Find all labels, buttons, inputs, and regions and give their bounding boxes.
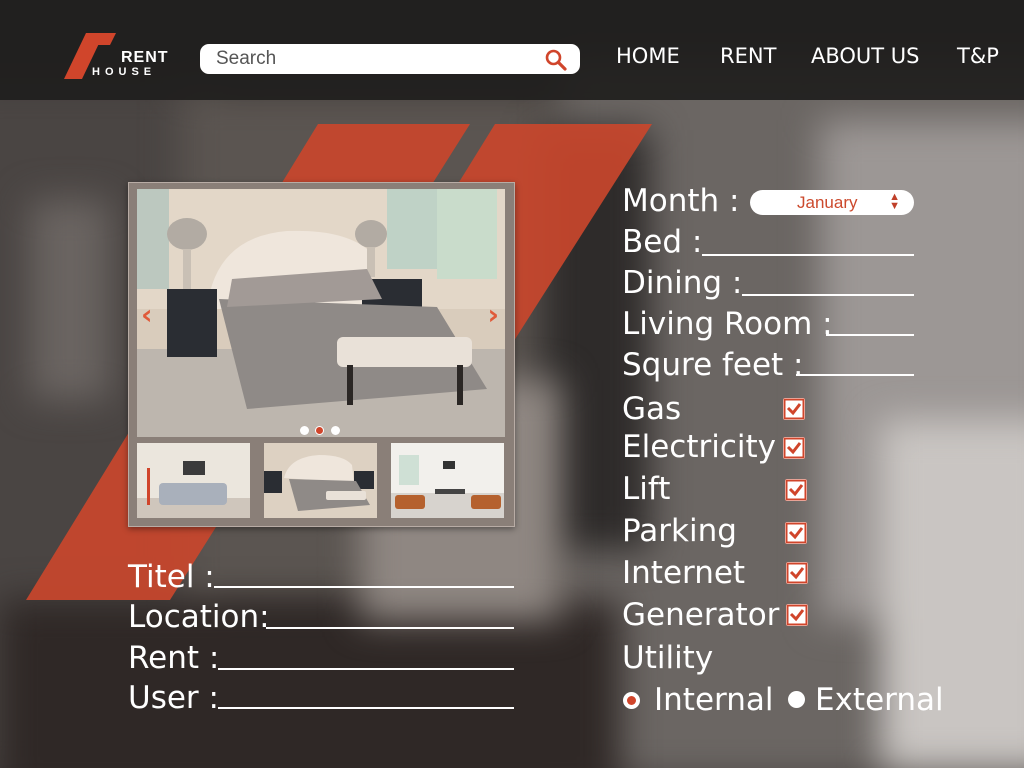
carousel-dot-3[interactable]	[330, 426, 340, 436]
amenity-label-lift: Lift	[622, 471, 671, 507]
bed-field[interactable]	[702, 227, 918, 256]
header-bar: RENT HOUSE HOME RENT ABOUT US T&P	[0, 0, 1024, 100]
search-icon[interactable]	[544, 48, 568, 72]
check-icon	[783, 437, 805, 459]
chevron-left-icon[interactable]: ‹	[141, 301, 153, 329]
location-input[interactable]	[266, 600, 518, 625]
logo-text-rent: RENT	[121, 49, 169, 66]
amenity-label-internet: Internet	[622, 555, 746, 591]
carousel-dots	[300, 422, 342, 437]
nav-about-us[interactable]: ABOUT US	[811, 44, 920, 68]
utility-option-internal-label: Internal	[654, 682, 774, 718]
month-select[interactable]: January ▲ ▼	[750, 190, 914, 215]
bed-input[interactable]	[702, 227, 918, 252]
search-bar	[200, 44, 580, 74]
dining-field[interactable]	[742, 267, 918, 296]
utility-option-external-label: External	[815, 682, 944, 718]
logo-text-house: HOUSE	[92, 66, 157, 78]
search-input[interactable]	[216, 46, 536, 72]
square-feet-label: Squre feet :	[622, 347, 804, 383]
square-feet-input[interactable]	[796, 347, 918, 372]
location-label: Location:	[128, 599, 270, 635]
living-room-input[interactable]	[826, 307, 918, 332]
check-icon	[786, 604, 808, 626]
amenity-label-electricity: Electricity	[622, 429, 776, 465]
amenity-label-parking: Parking	[622, 513, 737, 549]
bed-label: Bed :	[622, 224, 703, 260]
title-field[interactable]	[214, 559, 518, 588]
carousel-dot-1[interactable]	[300, 426, 309, 436]
rent-input[interactable]	[218, 641, 518, 666]
utility-label: Utility	[622, 640, 714, 676]
utility-radio-external[interactable]	[788, 691, 805, 708]
user-field[interactable]	[218, 680, 518, 709]
amenity-checkbox-electricity[interactable]	[783, 437, 805, 459]
user-label: User :	[128, 680, 219, 716]
check-icon	[786, 562, 808, 584]
living-room-label: Living Room :	[622, 306, 833, 342]
dining-input[interactable]	[742, 267, 918, 292]
living-room-field[interactable]	[826, 307, 918, 336]
carousel-dot-2[interactable]	[315, 426, 325, 436]
nav-home[interactable]: HOME	[616, 44, 680, 68]
main-bedroom-photo[interactable]: ‹ ›	[137, 189, 505, 437]
rent-field[interactable]	[218, 641, 518, 670]
month-select-value: January	[797, 193, 858, 212]
thumbnail-bedroom[interactable]	[264, 443, 377, 518]
check-icon	[785, 479, 807, 501]
amenity-checkbox-gas[interactable]	[783, 398, 805, 420]
amenity-checkbox-parking[interactable]	[785, 522, 807, 544]
rent-house-logo[interactable]: RENT HOUSE	[64, 33, 184, 83]
rent-label: Rent :	[128, 640, 220, 676]
radio-selected-dot	[627, 696, 636, 705]
amenity-checkbox-generator[interactable]	[786, 604, 808, 626]
utility-radio-internal[interactable]	[623, 692, 640, 709]
check-icon	[785, 522, 807, 544]
amenity-checkbox-internet[interactable]	[786, 562, 808, 584]
amenity-label-gas: Gas	[622, 391, 682, 427]
amenity-label-generator: Generator	[622, 597, 780, 633]
check-icon	[783, 398, 805, 420]
location-field[interactable]	[266, 600, 518, 629]
nav-rent[interactable]: RENT	[720, 44, 776, 68]
amenity-checkbox-lift[interactable]	[785, 479, 807, 501]
month-label: Month :	[622, 183, 740, 219]
thumbnail-dining-room[interactable]	[391, 443, 504, 518]
select-arrows-icon: ▲ ▼	[889, 191, 900, 212]
user-input[interactable]	[218, 680, 518, 705]
chevron-right-icon[interactable]: ›	[487, 301, 499, 329]
title-label: Titel :	[128, 559, 215, 595]
thumbnail-living-room[interactable]	[137, 443, 250, 518]
square-feet-field[interactable]	[796, 347, 918, 376]
photo-gallery: ‹ ›	[128, 182, 515, 527]
nav-terms[interactable]: T&P	[957, 44, 999, 68]
dining-label: Dining :	[622, 265, 743, 301]
title-input[interactable]	[214, 559, 518, 584]
